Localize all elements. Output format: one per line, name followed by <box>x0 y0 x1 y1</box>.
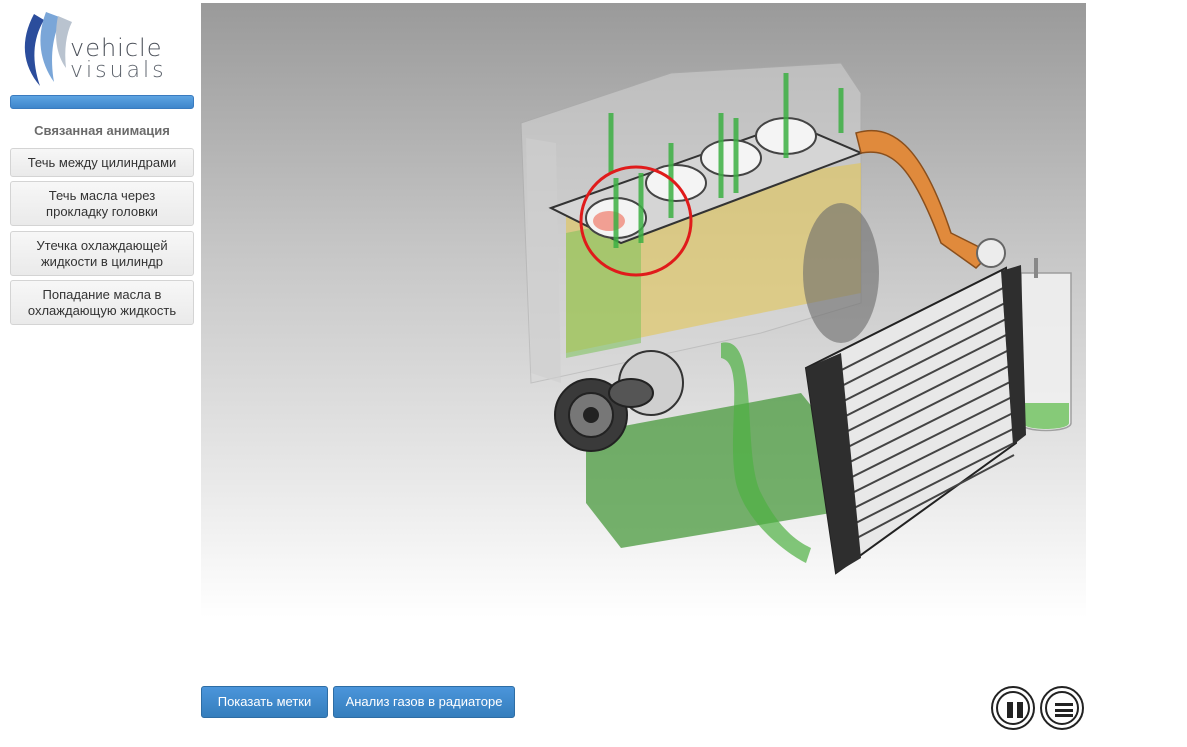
vehicle-visuals-logo: vehicle visuals <box>14 6 192 88</box>
pause-icon <box>996 691 1030 725</box>
engine-illustration <box>520 62 1072 575</box>
show-labels-button[interactable]: Показать метки <box>201 686 328 718</box>
pause-button[interactable] <box>991 686 1035 730</box>
radiator-gas-analysis-button[interactable]: Анализ газов в радиаторе <box>333 686 515 718</box>
sidebar-item-cylinder-leak[interactable]: Течь между цилиндрами <box>10 148 194 177</box>
logo-text-visuals: visuals <box>70 58 167 83</box>
sidebar-item-label: Утечка охлаждающей жидкости в цилиндр <box>36 237 168 269</box>
sidebar-item-label: Течь масла через прокладку головки <box>46 187 158 219</box>
sidebar-item-coolant-into-cylinder[interactable]: Утечка охлаждающей жидкости в цилиндр <box>10 231 194 276</box>
menu-icon <box>1045 691 1079 725</box>
sidebar-item-label: Попадание масла в охлаждающую жидкость <box>27 286 177 318</box>
sidebar-item-oil-gasket-leak[interactable]: Течь масла через прокладку головки <box>10 181 194 226</box>
logo-text-vehicle: vehicle <box>70 34 163 62</box>
sidebar-title: Связанная анимация <box>34 123 170 138</box>
sidebar-item-oil-in-coolant[interactable]: Попадание масла в охлаждающую жидкость <box>10 280 194 325</box>
header-bar <box>10 95 194 109</box>
animation-viewport[interactable] <box>201 3 1086 618</box>
logo-swoosh-icon <box>24 12 72 86</box>
menu-button[interactable] <box>1040 686 1084 730</box>
sidebar-item-label: Течь между цилиндрами <box>27 154 177 170</box>
